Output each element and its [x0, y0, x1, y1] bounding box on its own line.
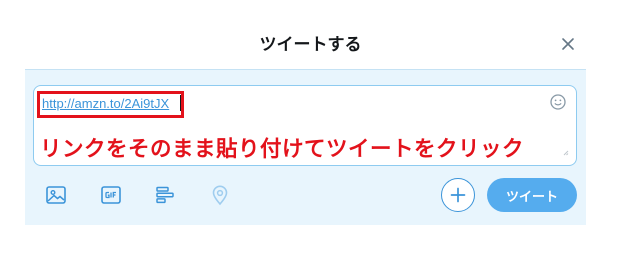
tweet-button[interactable]: ツイート [487, 178, 577, 212]
instruction-annotation: リンクをそのまま貼り付けてツイートをクリック [40, 137, 525, 162]
plus-icon [450, 187, 466, 203]
dialog-title: ツイートする [259, 35, 362, 55]
location-icon [212, 185, 228, 206]
emoji-button[interactable] [549, 93, 567, 111]
emoji-icon [550, 94, 566, 110]
gif-icon [101, 186, 121, 204]
tweet-dialog: ツイートする http://amzn.to/2Ai9tJX リンクをそのまま貼り… [0, 0, 621, 264]
resize-handle-icon [563, 150, 569, 156]
add-tweet-button[interactable] [441, 178, 475, 212]
add-image-button[interactable] [44, 183, 68, 207]
add-poll-button[interactable] [153, 183, 177, 207]
add-location-button[interactable] [208, 183, 232, 207]
add-gif-button[interactable] [99, 183, 123, 207]
close-icon [562, 38, 574, 50]
image-icon [46, 186, 66, 204]
poll-icon [156, 186, 174, 204]
close-button[interactable] [557, 33, 579, 55]
link-highlight-box [37, 91, 184, 118]
